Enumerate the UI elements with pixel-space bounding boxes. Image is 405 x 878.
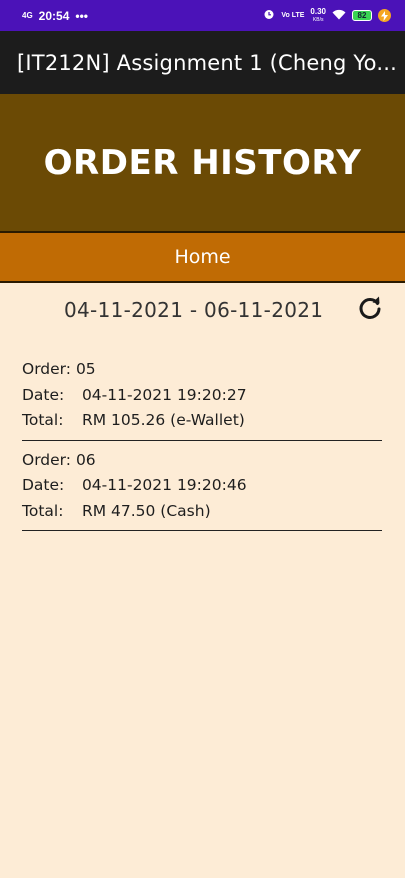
network-speed-unit: KB/s bbox=[312, 16, 324, 23]
order-number-label: Order: bbox=[22, 450, 71, 469]
order-total-label: Total: bbox=[22, 501, 64, 520]
order-date-row: Date: 04-11-2021 19:20:27 bbox=[22, 383, 382, 409]
volte-indicator: Vo LTE bbox=[281, 12, 305, 19]
date-range[interactable]: 04-11-2021 - 06-11-2021 bbox=[64, 298, 323, 322]
status-right: Vo LTE 0.30 KB/s 82 bbox=[263, 6, 391, 24]
order-item[interactable]: Order: 06 Date: 04-11-2021 19:20:46 Tota… bbox=[22, 447, 382, 531]
order-number-value: 05 bbox=[75, 360, 96, 378]
order-list: Order: 05 Date: 04-11-2021 19:20:27 Tota… bbox=[22, 356, 382, 537]
order-number-label: Order: bbox=[22, 360, 71, 378]
clock: 20:54 bbox=[38, 8, 70, 23]
more-notifications-icon: ••• bbox=[75, 8, 88, 23]
battery-icon: 82 bbox=[352, 10, 372, 21]
order-number-value: 06 bbox=[75, 450, 96, 469]
app-bar: [IT212N] Assignment 1 (Cheng Yo... bbox=[0, 31, 405, 94]
refresh-icon[interactable] bbox=[356, 294, 384, 322]
order-date-label: Date: bbox=[22, 476, 65, 494]
order-date-value: 04-11-2021 19:20:46 bbox=[81, 476, 247, 494]
network-type: 4G bbox=[22, 10, 33, 20]
charging-icon bbox=[378, 9, 391, 22]
order-date-label: Date: bbox=[22, 385, 65, 404]
home-button-label: Home bbox=[174, 246, 231, 268]
order-number-row: Order: 05 bbox=[22, 357, 382, 383]
page-title: ORDER HISTORY bbox=[43, 142, 362, 183]
date-range-row: 04-11-2021 - 06-11-2021 bbox=[0, 293, 405, 329]
status-left: 4G 20:54 ••• bbox=[22, 9, 88, 23]
alarm-icon bbox=[263, 8, 275, 23]
order-total-value: RM 105.26 (e-Wallet) bbox=[81, 411, 245, 429]
order-date-row: Date: 04-11-2021 19:20:46 bbox=[22, 473, 382, 499]
order-total-value: RM 47.50 (Cash) bbox=[81, 501, 211, 520]
order-item[interactable]: Order: 05 Date: 04-11-2021 19:20:27 Tota… bbox=[22, 356, 382, 441]
wifi-icon bbox=[332, 9, 346, 23]
order-total-label: Total: bbox=[22, 411, 64, 429]
network-speed: 0.30 KB/s bbox=[310, 6, 326, 24]
order-total-row: Total: RM 105.26 (e-Wallet) bbox=[22, 408, 382, 434]
app-title: [IT212N] Assignment 1 (Cheng Yo... bbox=[17, 50, 397, 75]
order-number-row: Order: 06 bbox=[22, 448, 382, 474]
network-speed-value: 0.30 bbox=[310, 6, 326, 16]
order-total-row: Total: RM 47.50 (Cash) bbox=[22, 499, 382, 525]
page-banner: ORDER HISTORY bbox=[0, 94, 405, 231]
order-date-value: 04-11-2021 19:20:27 bbox=[81, 385, 247, 404]
status-bar: 4G 20:54 ••• Vo LTE 0.30 KB/s 82 bbox=[0, 0, 405, 31]
home-button[interactable]: Home bbox=[0, 231, 405, 283]
